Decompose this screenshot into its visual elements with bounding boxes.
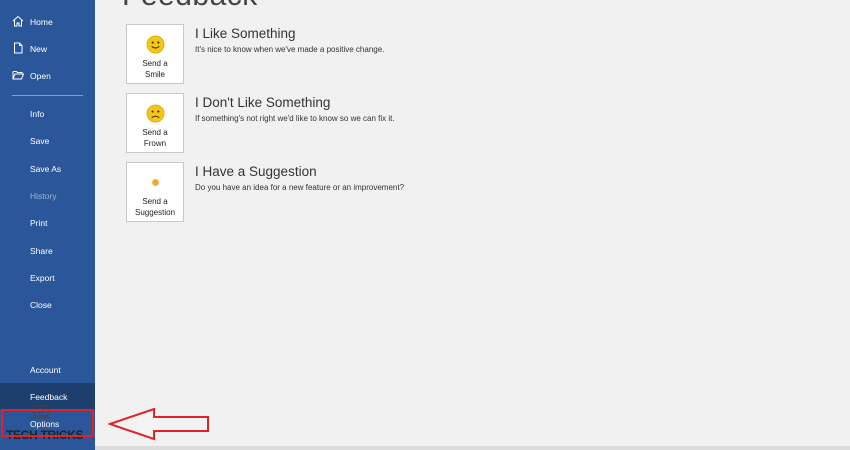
suggestion-description: Do you have an idea for a new feature or…: [195, 183, 405, 192]
sidebar-item-label: New: [30, 43, 48, 54]
sidebar-item-save[interactable]: Save: [0, 127, 95, 154]
options-highlight-box: [1, 409, 94, 437]
sidebar-item-new[interactable]: New: [0, 35, 95, 62]
home-icon: [12, 15, 24, 27]
smile-face-icon: [146, 35, 165, 54]
sidebar-item-share[interactable]: Share: [0, 237, 95, 264]
new-document-icon: [14, 42, 23, 54]
sidebar-item-label: Save: [30, 135, 50, 146]
sidebar-divider: [12, 95, 83, 96]
bottom-edge: [95, 446, 850, 450]
sidebar-item-home[interactable]: Home: [0, 8, 95, 35]
sidebar-item-label: Print: [30, 217, 48, 228]
sidebar-item-history: History: [0, 182, 95, 209]
sidebar-item-open[interactable]: Open: [0, 62, 95, 89]
sidebar-item-export[interactable]: Export: [0, 264, 95, 291]
sidebar-item-save-as[interactable]: Save As: [0, 155, 95, 182]
sidebar-item-print[interactable]: Print: [0, 209, 95, 236]
dislike-description: If something's not right we'd like to kn…: [195, 114, 395, 123]
like-title: I Like Something: [195, 26, 296, 41]
dislike-title: I Don't Like Something: [195, 95, 331, 110]
send-smile-label: Send a Smile: [142, 59, 168, 79]
backstage-sidebar: Home New Open Info Save Save As History …: [0, 0, 95, 450]
suggestion-title: I Have a Suggestion: [195, 164, 317, 179]
sidebar-item-close[interactable]: Close: [0, 291, 95, 318]
feedback-panel: Feedback Send aSmile I Like Something It…: [95, 0, 850, 450]
lightbulb-icon: [152, 179, 159, 186]
sidebar-item-label: Close: [30, 299, 52, 310]
send-smile-button[interactable]: Send a Smile: [126, 24, 184, 84]
page-title: Feedback: [122, 0, 258, 13]
sidebar-item-account[interactable]: Account: [0, 356, 95, 383]
sidebar-item-label: Export: [30, 272, 55, 283]
sidebar-item-label: Account: [30, 364, 61, 375]
sidebar-item-label: Home: [30, 16, 53, 27]
pointer-arrow-icon: [108, 407, 209, 441]
folder-open-icon: [12, 71, 24, 80]
sidebar-item-label: Share: [30, 245, 53, 256]
send-frown-button[interactable]: Send a Frown: [126, 93, 184, 153]
sidebar-item-label: Save As: [30, 163, 62, 174]
sidebar-item-label: History: [30, 190, 57, 201]
sidebar-item-label: Info: [30, 108, 45, 119]
send-suggestion-button[interactable]: Send a Suggestion: [126, 162, 184, 222]
sidebar-item-label: Open: [30, 70, 51, 81]
sidebar-item-info[interactable]: Info: [0, 100, 95, 127]
frown-face-icon: [146, 104, 165, 123]
sidebar-item-label: Feedback: [30, 391, 68, 402]
like-description: It's nice to know when we've made a posi…: [195, 45, 385, 54]
send-frown-label: Send a Frown: [142, 128, 168, 148]
send-suggestion-label: Send a Suggestion: [134, 197, 176, 217]
